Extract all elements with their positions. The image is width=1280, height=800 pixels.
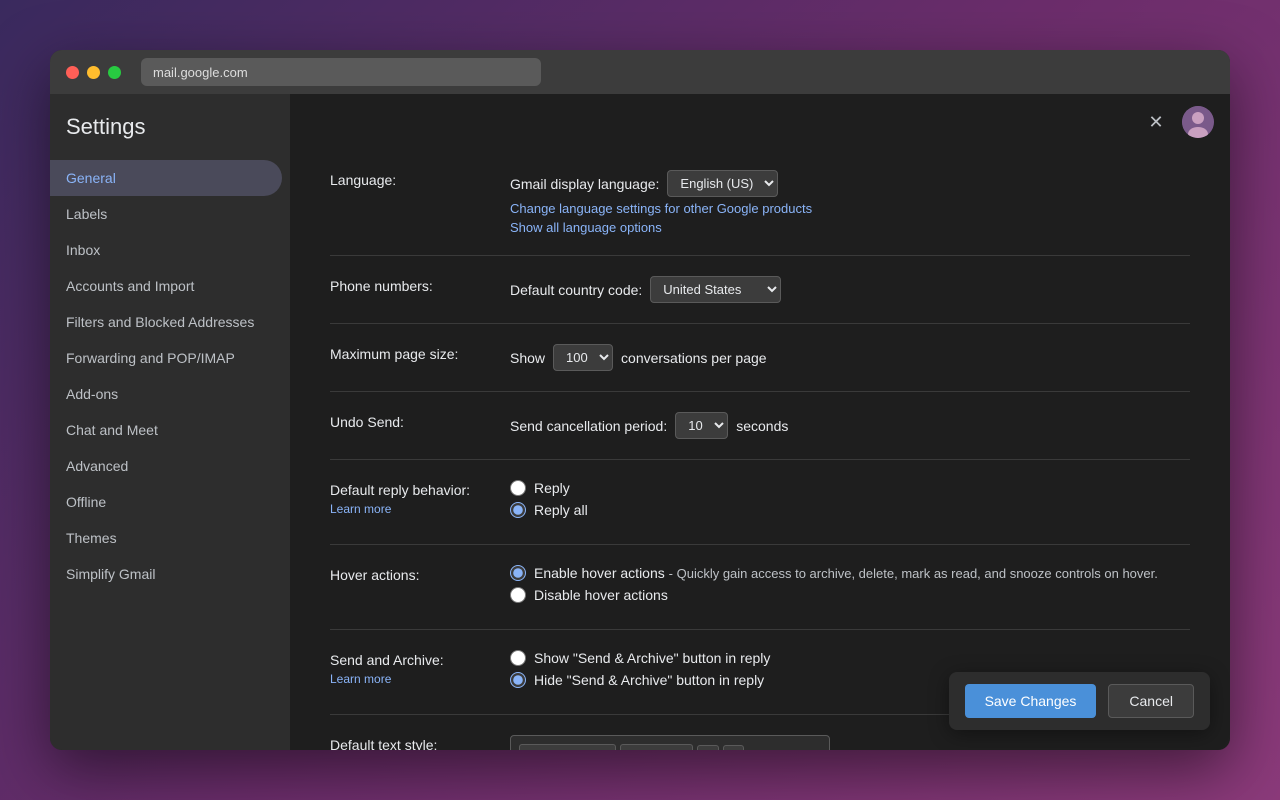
main-header: ✕: [290, 94, 1230, 150]
conversations-label: conversations per page: [621, 350, 767, 366]
show-send-archive-label: Show "Send & Archive" button in reply: [534, 650, 770, 666]
sidebar-item-labels[interactable]: Labels: [50, 196, 282, 232]
sidebar-item-simplify-gmail[interactable]: Simplify Gmail: [50, 556, 282, 592]
save-footer: Save Changes Cancel: [949, 672, 1210, 730]
send-archive-learn-more-link[interactable]: Learn more: [330, 672, 490, 686]
language-inline: Gmail display language: English (US) Eng…: [510, 170, 1190, 197]
undo-send-label: Undo Send:: [330, 412, 490, 439]
enable-hover-radio[interactable]: [510, 565, 526, 581]
language-label: Language:: [330, 170, 490, 235]
sidebar-item-accounts-import[interactable]: Accounts and Import: [50, 268, 282, 304]
default-reply-control: Reply Reply all: [510, 480, 1190, 524]
seconds-label: seconds: [736, 418, 788, 434]
disable-hover-label: Disable hover actions: [534, 587, 668, 603]
text-toolbar: Sans Serif Serif Monospace Small Normal …: [519, 744, 821, 750]
font-family-select[interactable]: Sans Serif Serif Monospace: [519, 744, 616, 750]
undo-send-row: Undo Send: Send cancellation period: 5 1…: [330, 392, 1190, 460]
phone-inline: Default country code: United States Unit…: [510, 276, 1190, 303]
send-archive-label: Send and Archive: Learn more: [330, 650, 490, 694]
sidebar-item-chat-meet[interactable]: Chat and Meet: [50, 412, 282, 448]
font-size-select[interactable]: Small Normal Large: [620, 744, 693, 750]
sidebar-item-addons[interactable]: Add-ons: [50, 376, 282, 412]
url-text: mail.google.com: [153, 65, 248, 80]
language-control: Gmail display language: English (US) Eng…: [510, 170, 1190, 235]
country-select[interactable]: United States United Kingdom Canada Aust…: [650, 276, 781, 303]
hover-actions-row: Hover actions: Enable hover actions - Qu…: [330, 545, 1190, 630]
remove-formatting-button[interactable]: T̶: [723, 745, 744, 750]
reply-radio-label: Reply: [534, 480, 570, 496]
page-size-label: Maximum page size:: [330, 344, 490, 371]
show-label: Show: [510, 350, 545, 366]
show-send-archive-option[interactable]: Show "Send & Archive" button in reply: [510, 650, 1190, 666]
main-content: ✕ Language: Gmail display language:: [290, 94, 1230, 750]
page-size-control: Show 25 50 100 conversations per page: [510, 344, 1190, 371]
font-color-button[interactable]: A: [697, 745, 719, 750]
gmail-display-label: Gmail display language:: [510, 176, 659, 192]
default-country-label: Default country code:: [510, 282, 642, 298]
sidebar-item-inbox[interactable]: Inbox: [50, 232, 282, 268]
sidebar-item-themes[interactable]: Themes: [50, 520, 282, 556]
language-select[interactable]: English (US) English (UK) Spanish French: [667, 170, 778, 197]
page-size-row: Maximum page size: Show 25 50 100 conver…: [330, 324, 1190, 392]
reply-all-option[interactable]: Reply all: [510, 502, 1190, 518]
reply-option[interactable]: Reply: [510, 480, 1190, 496]
cancel-button[interactable]: Cancel: [1108, 684, 1194, 718]
text-style-control: Sans Serif Serif Monospace Small Normal …: [510, 735, 1190, 750]
text-style-container: Sans Serif Serif Monospace Small Normal …: [510, 735, 830, 750]
sidebar-item-filters-blocked[interactable]: Filters and Blocked Addresses: [50, 304, 282, 340]
phone-label: Phone numbers:: [330, 276, 490, 303]
default-reply-label: Default reply behavior: Learn more: [330, 480, 490, 524]
disable-hover-radio[interactable]: [510, 587, 526, 603]
reply-learn-more-link[interactable]: Learn more: [330, 502, 490, 516]
cancellation-label: Send cancellation period:: [510, 418, 667, 434]
sidebar-item-forwarding[interactable]: Forwarding and POP/IMAP: [50, 340, 282, 376]
hide-send-archive-label: Hide "Send & Archive" button in reply: [534, 672, 764, 688]
show-send-archive-radio[interactable]: [510, 650, 526, 666]
browser-window: mail.google.com Settings General Labels …: [50, 50, 1230, 750]
settings-body: Language: Gmail display language: Englis…: [290, 150, 1230, 750]
phone-numbers-row: Phone numbers: Default country code: Uni…: [330, 256, 1190, 324]
enable-hover-option[interactable]: Enable hover actions - Quickly gain acce…: [510, 565, 1190, 581]
undo-send-inline: Send cancellation period: 5 10 20 30 sec…: [510, 412, 1190, 439]
page-size-select[interactable]: 25 50 100: [553, 344, 613, 371]
maximize-traffic-light[interactable]: [108, 66, 121, 79]
page-size-inline: Show 25 50 100 conversations per page: [510, 344, 1190, 371]
change-language-link[interactable]: Change language settings for other Googl…: [510, 201, 1190, 216]
save-changes-button[interactable]: Save Changes: [965, 684, 1097, 718]
browser-content: Settings General Labels Inbox Accounts a…: [50, 94, 1230, 750]
text-style-label: Default text style: (Use the 'Remove for…: [330, 735, 490, 750]
avatar[interactable]: [1182, 106, 1214, 138]
settings-title: Settings: [50, 114, 290, 160]
hover-actions-control: Enable hover actions - Quickly gain acce…: [510, 565, 1190, 609]
sidebar: Settings General Labels Inbox Accounts a…: [50, 94, 290, 750]
default-reply-row: Default reply behavior: Learn more Reply…: [330, 460, 1190, 545]
language-row: Language: Gmail display language: Englis…: [330, 150, 1190, 256]
minimize-traffic-light[interactable]: [87, 66, 100, 79]
browser-titlebar: mail.google.com: [50, 50, 1230, 94]
close-traffic-light[interactable]: [66, 66, 79, 79]
sidebar-item-general[interactable]: General: [50, 160, 282, 196]
sidebar-item-offline[interactable]: Offline: [50, 484, 282, 520]
undo-send-select[interactable]: 5 10 20 30: [675, 412, 728, 439]
reply-all-radio-label: Reply all: [534, 502, 588, 518]
disable-hover-option[interactable]: Disable hover actions: [510, 587, 1190, 603]
close-settings-button[interactable]: ✕: [1142, 108, 1170, 136]
sidebar-item-advanced[interactable]: Advanced: [50, 448, 282, 484]
reply-radio[interactable]: [510, 480, 526, 496]
phone-control: Default country code: United States Unit…: [510, 276, 1190, 303]
enable-hover-label: Enable hover actions - Quickly gain acce…: [534, 565, 1158, 581]
reply-all-radio[interactable]: [510, 502, 526, 518]
hover-actions-label: Hover actions:: [330, 565, 490, 609]
show-language-link[interactable]: Show all language options: [510, 220, 1190, 235]
address-bar[interactable]: mail.google.com: [141, 58, 541, 86]
hide-send-archive-radio[interactable]: [510, 672, 526, 688]
undo-send-control: Send cancellation period: 5 10 20 30 sec…: [510, 412, 1190, 439]
